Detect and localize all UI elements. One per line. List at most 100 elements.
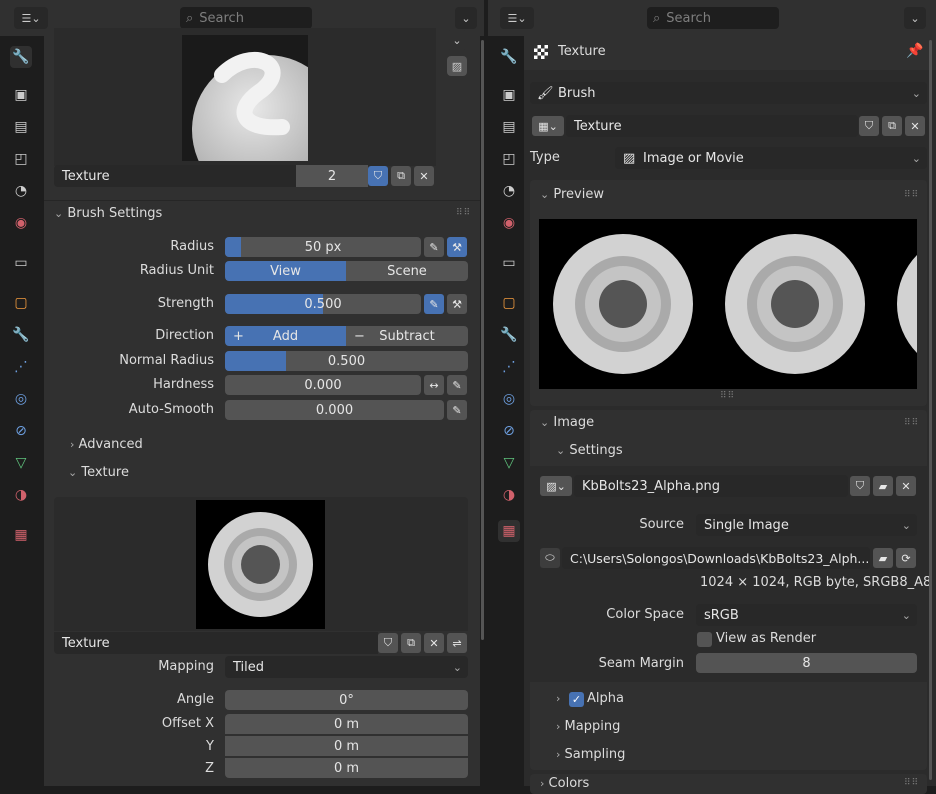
image-shield-icon[interactable]: ⛉: [850, 476, 870, 496]
radius-slider[interactable]: 50 px: [225, 237, 421, 257]
texture-users-count[interactable]: 2: [296, 165, 368, 187]
texture-toggle-icon[interactable]: ⇌: [447, 633, 467, 653]
left-scrollbar[interactable]: [481, 40, 484, 640]
physics-icon[interactable]: ◎: [10, 388, 32, 410]
radius-unit-view[interactable]: View: [225, 261, 346, 281]
constraints-icon[interactable]: ⊘: [10, 420, 32, 442]
reload-icon[interactable]: ⟳: [896, 548, 916, 568]
pressure-pen-icon[interactable]: ✎: [424, 237, 444, 257]
view-as-render-checkbox[interactable]: [697, 632, 712, 647]
texture-shield-icon[interactable]: ⛉: [378, 633, 398, 653]
texture-preview-image[interactable]: [196, 500, 325, 629]
offset-z-field[interactable]: 0 m: [225, 758, 468, 778]
output-icon[interactable]: ▤: [498, 116, 520, 138]
alpha-subpanel[interactable]: ›: [556, 691, 560, 706]
texture-name-field[interactable]: Texture: [54, 632, 378, 654]
angle-field[interactable]: 0°: [225, 690, 468, 710]
duplicate-icon[interactable]: ⧉: [391, 166, 411, 186]
settings-header[interactable]: ⌄ Settings: [556, 443, 623, 458]
image-header[interactable]: ⌄ Image: [540, 415, 594, 430]
offset-x-field[interactable]: 0 m: [225, 714, 468, 734]
pack-file-icon[interactable]: ⬭: [540, 548, 560, 568]
drag-grip-icon[interactable]: ⠿⠿: [904, 190, 919, 200]
pin-icon[interactable]: 📌: [906, 43, 923, 59]
world-icon[interactable]: ◉: [498, 212, 520, 234]
texture-browse-icon[interactable]: ▦⌄: [532, 116, 564, 136]
output-icon[interactable]: ▤: [10, 116, 32, 138]
world-icon[interactable]: ◉: [10, 212, 32, 234]
type-dropdown[interactable]: ▨ Image or Movie ⌄: [615, 147, 927, 169]
fake-user-shield-icon[interactable]: ⛉: [368, 166, 388, 186]
texture-slot-name[interactable]: Texture: [54, 165, 296, 187]
radius-unit-scene[interactable]: Scene: [346, 261, 468, 281]
image-open-folder-icon[interactable]: ▰: [873, 476, 893, 496]
texture-unlink-icon[interactable]: ✕: [424, 633, 444, 653]
colors-header[interactable]: › Colors: [540, 776, 589, 791]
tool-icon[interactable]: 🔧: [498, 46, 520, 68]
preview-image[interactable]: [539, 219, 917, 389]
particles-icon[interactable]: ⋰: [10, 356, 32, 378]
hardness-pressure-icon[interactable]: ✎: [447, 375, 467, 395]
tool-icon[interactable]: 🔧: [10, 46, 32, 68]
particles-icon[interactable]: ⋰: [498, 356, 520, 378]
mapping-dropdown[interactable]: Tiled ⌄: [225, 656, 468, 678]
render-icon[interactable]: ▣: [10, 84, 32, 106]
sampling-subpanel[interactable]: › Sampling: [556, 747, 625, 762]
physics-icon[interactable]: ◎: [498, 388, 520, 410]
drag-grip-icon[interactable]: ⠿⠿: [456, 208, 471, 218]
filepath-field[interactable]: C:\Users\Solongos\Downloads\KbBolts23_Al…: [562, 547, 870, 569]
texture-duplicate-icon[interactable]: ⧉: [401, 633, 421, 653]
right-options-dropdown[interactable]: ⌄: [904, 7, 926, 29]
strength-slider[interactable]: 0.500: [225, 294, 421, 314]
constraints-icon[interactable]: ⊘: [498, 420, 520, 442]
texture-subpanel[interactable]: ⌄ Texture: [68, 465, 129, 480]
image-name-field[interactable]: KbBolts23_Alpha.png: [574, 475, 848, 497]
material-icon[interactable]: ◑: [10, 484, 32, 506]
mapping-subpanel[interactable]: › Mapping: [556, 719, 620, 734]
alpha-checkbox[interactable]: ✓: [569, 692, 584, 707]
image-unlink-icon[interactable]: ✕: [896, 476, 916, 496]
render-icon[interactable]: ▣: [498, 84, 520, 106]
texture-tab-icon[interactable]: ▦: [498, 520, 520, 542]
unlink-close-icon[interactable]: ✕: [414, 166, 434, 186]
object-icon[interactable]: ▢: [498, 292, 520, 314]
radius-lock-icon[interactable]: ⚒: [447, 237, 467, 257]
normal-radius-slider[interactable]: 0.500: [225, 351, 468, 371]
right-texture-shield-icon[interactable]: ⛉: [859, 116, 879, 136]
image-icon[interactable]: ▨: [447, 56, 467, 76]
collection-icon[interactable]: ▭: [10, 252, 32, 274]
right-texture-name[interactable]: Texture: [566, 115, 858, 137]
right-search-input[interactable]: ⌕ Search: [647, 7, 779, 29]
resize-grip-icon[interactable]: ⠿⠿: [720, 391, 735, 401]
filepath-folder-icon[interactable]: ▰: [873, 548, 893, 568]
preview-header[interactable]: ⌄ Preview: [540, 187, 604, 202]
scene-icon[interactable]: ◔: [498, 180, 520, 202]
left-search-input[interactable]: ⌕ Search: [180, 7, 312, 29]
image-browse-icon[interactable]: ▨⌄: [540, 476, 572, 496]
hardness-slider[interactable]: 0.000: [225, 375, 421, 395]
brush-texture-thumbnail[interactable]: [182, 35, 308, 161]
modifier-icon[interactable]: 🔧: [498, 324, 520, 346]
offset-y-field[interactable]: 0 m: [225, 736, 468, 756]
seam-margin-field[interactable]: 8: [696, 653, 917, 673]
collection-icon[interactable]: ▭: [498, 252, 520, 274]
drag-grip-icon[interactable]: ⠿⠿: [904, 778, 919, 788]
modifier-icon[interactable]: 🔧: [10, 324, 32, 346]
direction-subtract[interactable]: − Subtract: [346, 326, 468, 346]
right-texture-duplicate-icon[interactable]: ⧉: [882, 116, 902, 136]
brush-settings-title[interactable]: ⌄ Brush Settings: [54, 206, 162, 221]
hardness-arrows-icon[interactable]: ↔: [424, 375, 444, 395]
right-texture-unlink-icon[interactable]: ✕: [905, 116, 925, 136]
view-layer-icon[interactable]: ◰: [10, 148, 32, 170]
data-icon[interactable]: ▽: [10, 452, 32, 474]
view-layer-icon[interactable]: ◰: [498, 148, 520, 170]
color-space-dropdown[interactable]: sRGB ⌄: [696, 604, 917, 626]
auto-smooth-slider[interactable]: 0.000: [225, 400, 444, 420]
scene-icon[interactable]: ◔: [10, 180, 32, 202]
advanced-subpanel[interactable]: › Advanced: [70, 437, 143, 452]
material-icon[interactable]: ◑: [498, 484, 520, 506]
right-scrollbar[interactable]: [929, 40, 932, 780]
direction-add[interactable]: + Add: [225, 326, 346, 346]
drag-grip-icon[interactable]: ⠿⠿: [904, 418, 919, 428]
editor-type-button[interactable]: ☰⌄: [14, 7, 48, 29]
